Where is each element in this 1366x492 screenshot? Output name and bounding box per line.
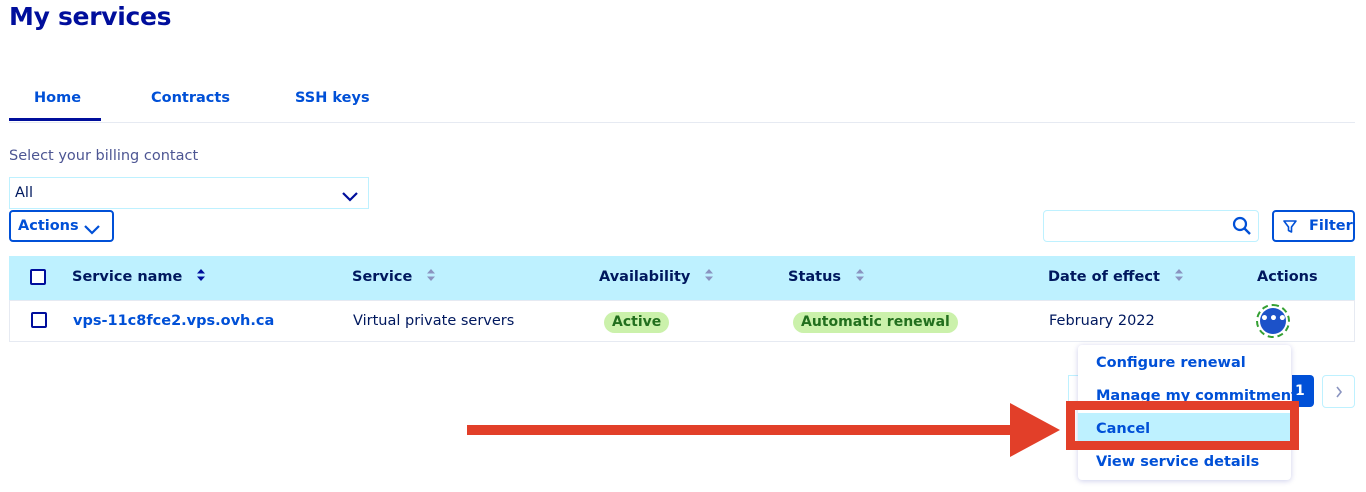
annotation-arrow [467,425,1015,435]
column-header-date-of-effect[interactable]: Date of effect [1048,269,1183,285]
page-title: My services [9,2,172,31]
column-header-service-name[interactable]: Service name [72,269,206,285]
more-icon: ••• [1260,308,1287,334]
billing-contact-label: Select your billing contact [9,148,199,164]
filter-label: Filter [1309,218,1353,234]
billing-contact-select[interactable]: All [9,177,369,209]
more-actions-button[interactable]: ••• [1256,304,1290,338]
sort-icon[interactable] [197,269,206,285]
select-all-checkbox[interactable] [30,269,46,285]
column-header-status[interactable]: Status [788,269,865,285]
tab-bar: Home Contracts SSH keys [9,78,1355,123]
date-of-effect: February 2022 [1049,313,1155,329]
tab-contracts[interactable]: Contracts [151,90,230,106]
menu-item-configure-renewal[interactable]: Configure renewal [1078,347,1291,380]
tab-home[interactable]: Home [34,90,81,106]
actions-label: Actions [18,218,79,234]
menu-item-view-service-details[interactable]: View service details [1078,446,1291,479]
pagination-next-button[interactable] [1322,375,1355,408]
filter-button[interactable]: Filter [1272,210,1355,242]
search-input[interactable] [1043,210,1259,242]
status-badge: Automatic renewal [793,312,958,333]
table-header: Service name Service Availability Status… [9,256,1355,300]
column-header-service[interactable]: Service [352,269,436,285]
sort-icon[interactable] [856,269,865,285]
service-type: Virtual private servers [353,313,515,329]
filter-icon [1283,219,1297,238]
sort-icon[interactable] [427,269,436,285]
sort-icon[interactable] [1174,269,1183,285]
actions-button[interactable]: Actions [9,210,114,242]
active-tab-indicator [9,118,101,121]
annotation-highlight-box [1066,401,1299,450]
sort-icon[interactable] [705,269,714,285]
column-header-actions: Actions [1257,269,1318,285]
billing-contact-value: All [15,185,33,201]
service-name-link[interactable]: vps-11c8fce2.vps.ovh.ca [73,313,274,329]
tab-ssh-keys[interactable]: SSH keys [295,90,370,106]
chevron-down-icon [84,220,100,239]
annotation-arrow-head [1010,403,1060,457]
table-row: vps-11c8fce2.vps.ovh.ca Virtual private … [9,300,1355,342]
chevron-down-icon [342,187,358,206]
chevron-right-icon [1336,386,1343,398]
column-header-availability[interactable]: Availability [599,269,714,285]
availability-badge: Active [604,312,670,333]
row-checkbox[interactable] [31,312,47,328]
search-icon[interactable] [1232,216,1252,240]
